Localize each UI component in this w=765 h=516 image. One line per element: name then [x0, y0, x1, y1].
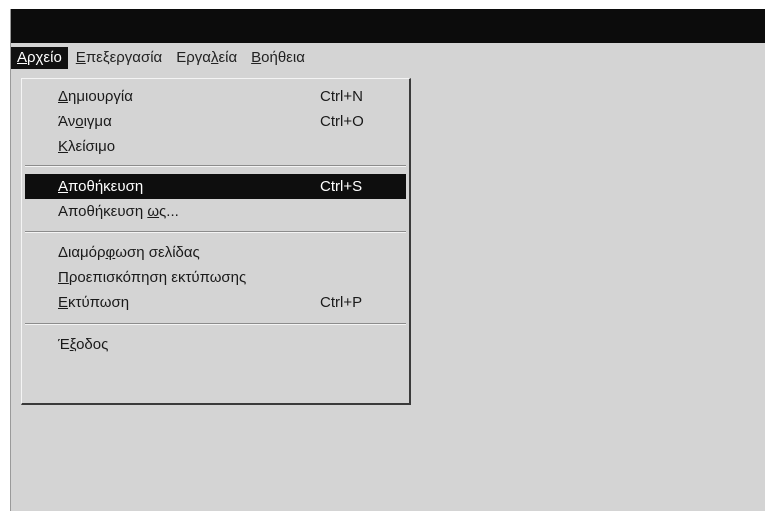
menu-item-open-label: Άνοιγμα	[58, 113, 112, 130]
mnemonic: Κ	[58, 138, 69, 155]
menu-separator	[25, 231, 406, 233]
mnemonic: Π	[58, 269, 69, 286]
menu-tools-label-pre: Εργα	[176, 49, 211, 66]
menu-item-new-label: Δημιουργία	[58, 88, 133, 105]
menu-item-new[interactable]: Δημιουργία Ctrl+N	[25, 84, 406, 109]
menu-tools-label-post: εία	[218, 49, 238, 66]
mnemonic: ο	[75, 113, 84, 130]
menu-item-close[interactable]: Κλείσιμο	[25, 134, 406, 159]
menu-item-print-label: Εκτύπωση	[58, 294, 129, 311]
menu-file-mnemonic: Α	[17, 49, 28, 66]
label-pre: Αποθήκευση	[58, 203, 148, 220]
menu-item-open[interactable]: Άνοιγμα Ctrl+O	[25, 109, 406, 134]
menu-item-exit-label: Έξοδος	[58, 336, 108, 353]
menu-item-print[interactable]: Εκτύπωση Ctrl+P	[25, 290, 406, 315]
menu-item-save[interactable]: Αποθήκευση Ctrl+S	[25, 174, 406, 199]
label-post: ς...	[159, 203, 179, 220]
menu-item-open-shortcut: Ctrl+O	[320, 113, 364, 130]
label-post: ημιουργία	[68, 88, 133, 105]
menu-edit-mnemonic: Ε	[75, 49, 86, 66]
mnemonic: Δ	[58, 88, 69, 105]
label-post: ροεπισκόπηση εκτύπωσης	[68, 269, 247, 286]
menu-item-print-preview[interactable]: Προεπισκόπηση εκτύπωσης	[25, 265, 406, 290]
mnemonic: Ε	[58, 294, 69, 311]
menu-separator	[25, 165, 406, 167]
label-post: ωση σελίδας	[115, 244, 200, 261]
menu-help-label-post: οήθεια	[261, 49, 305, 66]
label-pre: Άν	[58, 113, 76, 130]
mnemonic: φ	[105, 244, 116, 261]
menu-tools[interactable]: Εργαλεία	[170, 47, 243, 69]
menu-item-print-shortcut: Ctrl+P	[320, 294, 363, 311]
label-pre: Έ	[58, 336, 70, 353]
menu-help[interactable]: Βοήθεια	[245, 47, 311, 69]
menu-item-save-shortcut: Ctrl+S	[320, 178, 363, 195]
label-post: οδος	[76, 336, 109, 353]
label-post: ποθήκευση	[68, 178, 144, 195]
menu-file[interactable]: Αρχείο	[11, 47, 68, 69]
menu-item-page-setup[interactable]: Διαμόρφωση σελίδας	[25, 240, 406, 265]
title-bar[interactable]	[11, 9, 765, 43]
menu-item-save-label: Αποθήκευση	[58, 178, 143, 195]
menu-item-print-preview-label: Προεπισκόπηση εκτύπωσης	[58, 269, 246, 286]
menu-item-save-as[interactable]: Αποθήκευση ως...	[25, 199, 406, 224]
menu-item-new-shortcut: Ctrl+N	[320, 88, 363, 105]
application-window: Αρχείο Επεξεργασία Εργαλεία Βοήθεια Δημι…	[10, 9, 765, 511]
menu-bar: Αρχείο Επεξεργασία Εργαλεία Βοήθεια	[11, 47, 765, 69]
menu-item-save-as-label: Αποθήκευση ως...	[58, 203, 179, 220]
file-menu-dropdown: Δημιουργία Ctrl+N Άνοιγμα Ctrl+O Κλείσιμ…	[21, 78, 411, 405]
label-pre: Διαμόρ	[58, 244, 106, 261]
label-post: ιγμα	[83, 113, 112, 130]
menu-item-page-setup-label: Διαμόρφωση σελίδας	[58, 244, 200, 261]
menu-item-close-label: Κλείσιμο	[58, 138, 115, 155]
mnemonic: ω	[147, 203, 160, 220]
mnemonic: Α	[58, 178, 69, 195]
menu-edit[interactable]: Επεξεργασία	[70, 47, 168, 69]
label-post: κτύπωση	[68, 294, 130, 311]
menu-separator	[25, 323, 406, 325]
label-post: λείσιμο	[68, 138, 116, 155]
menu-edit-label-post: πεξεργασία	[85, 49, 163, 66]
menu-help-mnemonic: Β	[251, 49, 262, 66]
menu-item-exit[interactable]: Έξοδος	[25, 332, 406, 357]
menu-file-label-post: ρχείο	[27, 49, 62, 66]
